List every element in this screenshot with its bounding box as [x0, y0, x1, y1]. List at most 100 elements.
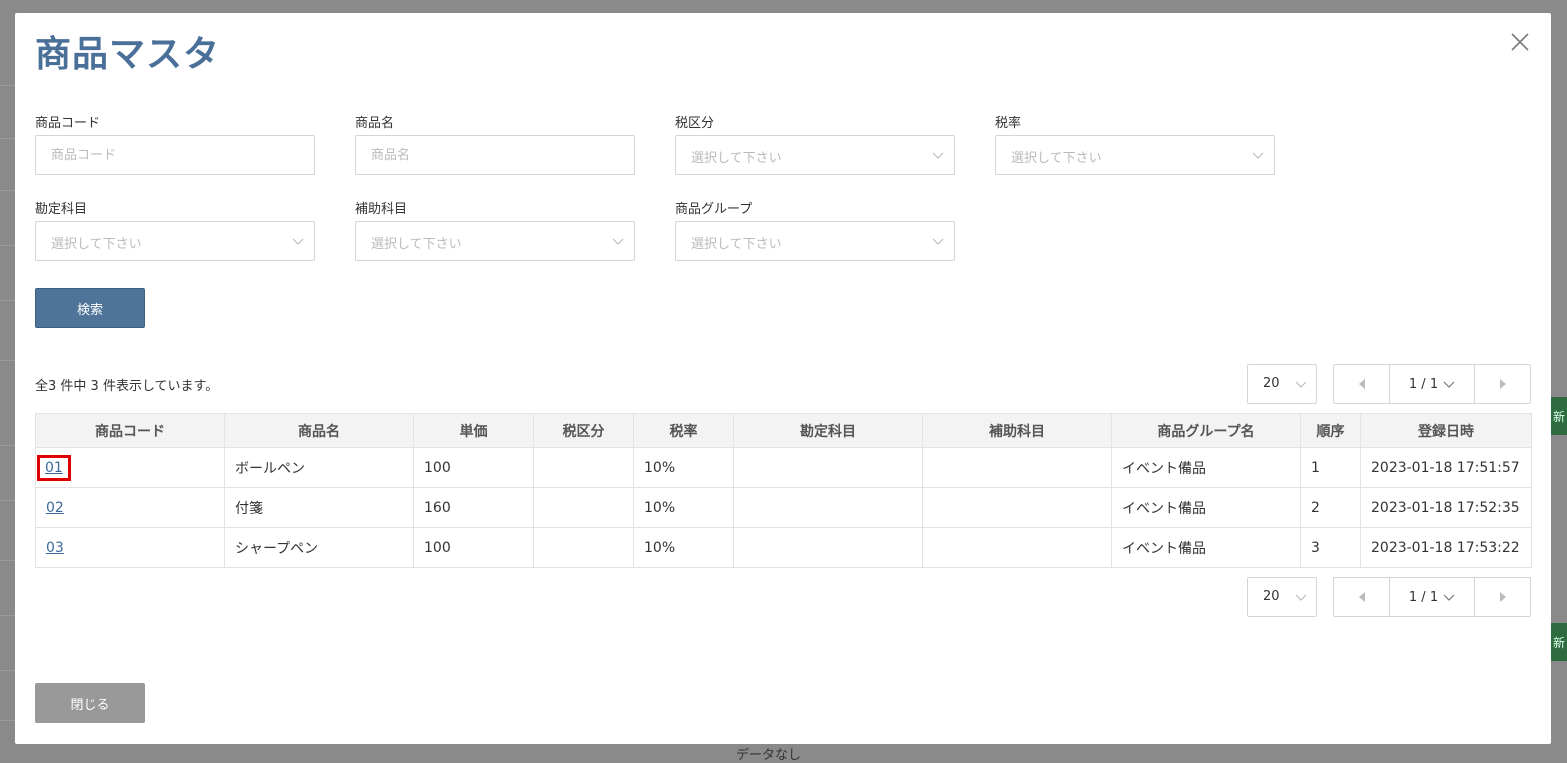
- chevron-down-icon: [1443, 594, 1455, 601]
- background-no-data-text: データなし: [736, 748, 802, 763]
- account-label: 勘定科目: [35, 202, 88, 217]
- pagination-bottom: 1 / 1: [1333, 577, 1531, 617]
- current-page-text: 1 / 1: [1408, 376, 1439, 392]
- sub-account-select[interactable]: 選択して下さい: [355, 221, 635, 261]
- cell-order: 3: [1300, 527, 1361, 568]
- background-new-button: 新: [1551, 623, 1567, 661]
- column-header-tax-category[interactable]: 税区分: [533, 413, 634, 448]
- table-row: 02 付箋 160 10% イベント備品 2 2023-01-18 17:52:…: [35, 487, 1532, 528]
- cell-group: イベント備品: [1111, 527, 1301, 568]
- cell-registered: 2023-01-18 17:53:22: [1360, 527, 1532, 568]
- chevron-down-icon: [612, 238, 624, 245]
- chevron-down-icon: [932, 238, 944, 245]
- column-header-group[interactable]: 商品グループ名: [1111, 413, 1301, 448]
- next-page-button[interactable]: [1475, 578, 1530, 616]
- page-size-select[interactable]: 20: [1247, 364, 1317, 404]
- page-size-value: 20: [1263, 589, 1280, 604]
- column-header-price[interactable]: 単価: [413, 413, 534, 448]
- prev-page-button[interactable]: [1334, 578, 1389, 616]
- table-header-row: 商品コード 商品名 単価 税区分 税率 勘定科目 補助科目 商品グループ名 順序…: [35, 413, 1532, 448]
- column-header-account[interactable]: 勘定科目: [733, 413, 923, 448]
- tax-rate-select[interactable]: 選択して下さい: [995, 135, 1275, 175]
- product-code-label: 商品コード: [35, 116, 101, 131]
- caret-left-icon: [1358, 379, 1365, 389]
- table-row: 01 ボールペン 100 10% イベント備品 1 2023-01-18 17:…: [35, 447, 1532, 488]
- current-page-select[interactable]: 1 / 1: [1389, 365, 1475, 403]
- page-size-select-bottom[interactable]: 20: [1247, 577, 1317, 617]
- background-new-button: 新: [1551, 397, 1567, 435]
- column-header-code[interactable]: 商品コード: [35, 413, 225, 448]
- product-code-link[interactable]: 03: [46, 540, 64, 556]
- tax-category-select[interactable]: 選択して下さい: [675, 135, 955, 175]
- chevron-down-icon: [1295, 594, 1307, 601]
- prev-page-button[interactable]: [1334, 365, 1389, 403]
- column-header-tax-rate[interactable]: 税率: [633, 413, 734, 448]
- cell-order: 2: [1300, 487, 1361, 528]
- caret-left-icon: [1358, 592, 1365, 602]
- sub-account-placeholder: 選択して下さい: [371, 237, 462, 252]
- cell-order: 1: [1300, 447, 1361, 488]
- product-code-input[interactable]: [35, 135, 315, 175]
- cell-tax-rate: 10%: [633, 447, 734, 488]
- product-name-input[interactable]: [355, 135, 635, 175]
- search-button[interactable]: 検索: [35, 288, 145, 328]
- next-page-button[interactable]: [1475, 365, 1530, 403]
- account-select[interactable]: 選択して下さい: [35, 221, 315, 261]
- cell-registered: 2023-01-18 17:51:57: [1360, 447, 1532, 488]
- chevron-down-icon: [292, 238, 304, 245]
- cell-account: [733, 527, 923, 568]
- tax-rate-label: 税率: [995, 116, 1022, 131]
- product-master-modal: 商品マスタ 商品コード 商品名 税区分 選択して下さい 税率 選択して下さい 勘…: [15, 13, 1551, 744]
- product-group-label: 商品グループ: [675, 202, 753, 217]
- product-table: 商品コード 商品名 単価 税区分 税率 勘定科目 補助科目 商品グループ名 順序…: [35, 413, 1532, 568]
- close-button[interactable]: 閉じる: [35, 683, 145, 723]
- cell-sub-account: [922, 487, 1112, 528]
- cell-name: 付箋: [224, 487, 414, 528]
- current-page-select[interactable]: 1 / 1: [1389, 578, 1475, 616]
- chevron-down-icon: [1443, 381, 1455, 388]
- close-icon[interactable]: [1508, 30, 1532, 54]
- cell-tax-category: [533, 447, 634, 488]
- column-header-order[interactable]: 順序: [1300, 413, 1361, 448]
- cell-group: イベント備品: [1111, 447, 1301, 488]
- product-code-link[interactable]: 01: [37, 454, 71, 481]
- cell-tax-category: [533, 527, 634, 568]
- chevron-down-icon: [932, 152, 944, 159]
- cell-registered: 2023-01-18 17:52:35: [1360, 487, 1532, 528]
- cell-sub-account: [922, 527, 1112, 568]
- column-header-name[interactable]: 商品名: [224, 413, 414, 448]
- account-placeholder: 選択して下さい: [51, 237, 142, 252]
- column-header-sub-account[interactable]: 補助科目: [922, 413, 1112, 448]
- page-size-value: 20: [1263, 376, 1280, 391]
- cell-account: [733, 487, 923, 528]
- cell-tax-category: [533, 487, 634, 528]
- chevron-down-icon: [1252, 152, 1264, 159]
- cell-tax-rate: 10%: [633, 487, 734, 528]
- caret-right-icon: [1499, 379, 1506, 389]
- cell-sub-account: [922, 447, 1112, 488]
- modal-title: 商品マスタ: [35, 34, 221, 75]
- current-page-text: 1 / 1: [1408, 589, 1439, 605]
- cell-group: イベント備品: [1111, 487, 1301, 528]
- product-name-label: 商品名: [355, 116, 395, 131]
- result-count-text: 全3 件中 3 件表示しています。: [35, 379, 219, 394]
- table-row: 03 シャープペン 100 10% イベント備品 3 2023-01-18 17…: [35, 527, 1532, 568]
- tax-category-placeholder: 選択して下さい: [691, 151, 782, 166]
- product-group-placeholder: 選択して下さい: [691, 237, 782, 252]
- cell-name: シャープペン: [224, 527, 414, 568]
- pagination: 1 / 1: [1333, 364, 1531, 404]
- cell-tax-rate: 10%: [633, 527, 734, 568]
- sub-account-label: 補助科目: [355, 202, 408, 217]
- cell-price: 100: [413, 447, 534, 488]
- column-header-registered[interactable]: 登録日時: [1360, 413, 1532, 448]
- tax-rate-placeholder: 選択して下さい: [1011, 151, 1102, 166]
- cell-account: [733, 447, 923, 488]
- cell-price: 160: [413, 487, 534, 528]
- caret-right-icon: [1499, 592, 1506, 602]
- cell-price: 100: [413, 527, 534, 568]
- cell-name: ボールペン: [224, 447, 414, 488]
- chevron-down-icon: [1295, 381, 1307, 388]
- product-group-select[interactable]: 選択して下さい: [675, 221, 955, 261]
- product-code-link[interactable]: 02: [46, 500, 64, 516]
- tax-category-label: 税区分: [675, 116, 715, 131]
